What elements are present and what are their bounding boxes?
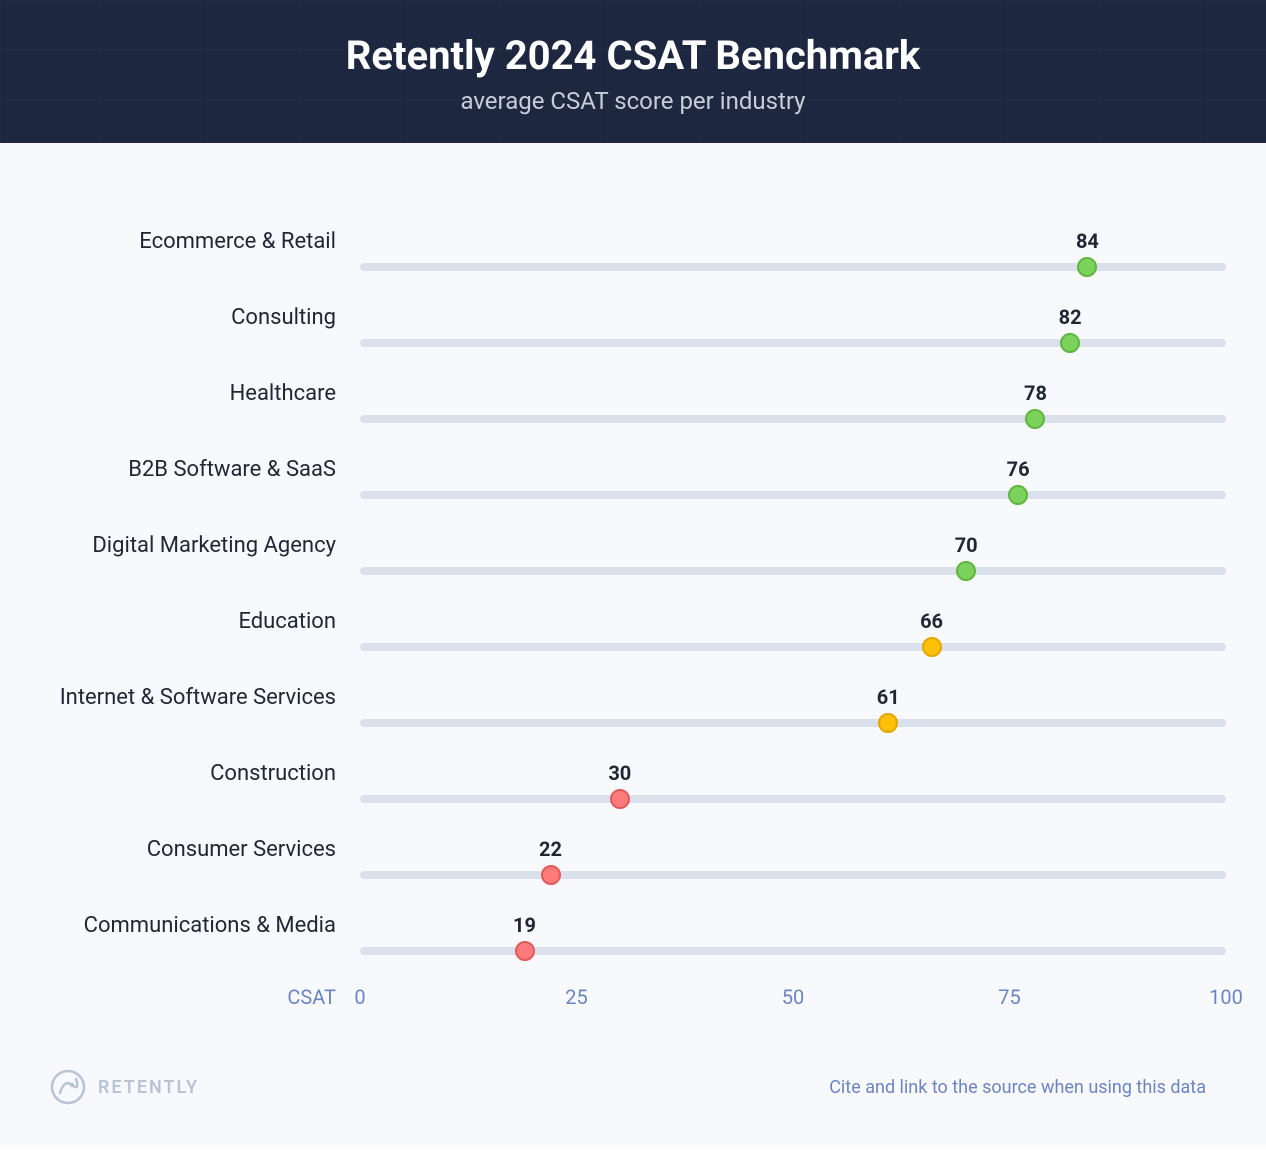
data-point bbox=[1008, 485, 1028, 505]
category-label: Consumer Services bbox=[40, 837, 360, 862]
row-track: 61 bbox=[360, 659, 1226, 735]
data-point bbox=[515, 941, 535, 961]
citation-note: Cite and link to the source when using t… bbox=[829, 1077, 1206, 1098]
chart-row: Education 66 bbox=[40, 583, 1226, 659]
chart-row: Communications & Media 19 bbox=[40, 887, 1226, 963]
category-label: Healthcare bbox=[40, 381, 360, 406]
data-point bbox=[1077, 257, 1097, 277]
data-value: 22 bbox=[539, 837, 562, 861]
data-value: 30 bbox=[608, 761, 631, 785]
data-value: 66 bbox=[920, 609, 943, 633]
data-value: 70 bbox=[955, 533, 978, 557]
row-track: 22 bbox=[360, 811, 1226, 887]
chart-header: Retently 2024 CSAT Benchmark average CSA… bbox=[0, 0, 1266, 143]
data-value: 76 bbox=[1007, 457, 1030, 481]
category-label: B2B Software & SaaS bbox=[40, 457, 360, 482]
x-axis-tick: 75 bbox=[998, 985, 1020, 1009]
x-axis-tick: 25 bbox=[565, 985, 587, 1009]
category-label: Communications & Media bbox=[40, 913, 360, 938]
data-point bbox=[878, 713, 898, 733]
x-axis-tick: 100 bbox=[1209, 985, 1243, 1009]
chart-footer: RETENTLY Cite and link to the source whe… bbox=[0, 1029, 1266, 1145]
category-label: Internet & Software Services bbox=[40, 685, 360, 710]
row-track: 66 bbox=[360, 583, 1226, 659]
x-axis-tick: 0 bbox=[354, 985, 365, 1009]
chart-row: Consulting 82 bbox=[40, 279, 1226, 355]
category-label: Digital Marketing Agency bbox=[40, 533, 360, 558]
chart-row: Ecommerce & Retail 84 bbox=[40, 203, 1226, 279]
data-point bbox=[1060, 333, 1080, 353]
chart-row: Healthcare 78 bbox=[40, 355, 1226, 431]
chart-row: B2B Software & SaaS 76 bbox=[40, 431, 1226, 507]
data-point bbox=[1025, 409, 1045, 429]
category-label: Construction bbox=[40, 761, 360, 786]
category-label: Ecommerce & Retail bbox=[40, 229, 360, 254]
chart-rows: Ecommerce & Retail 84 Consulting 82 Healthca… bbox=[40, 203, 1226, 963]
row-track: 70 bbox=[360, 507, 1226, 583]
chart-row: Consumer Services 22 bbox=[40, 811, 1226, 887]
retently-logo-icon bbox=[50, 1069, 86, 1105]
brand: RETENTLY bbox=[50, 1069, 199, 1105]
data-point bbox=[610, 789, 630, 809]
data-value: 84 bbox=[1076, 229, 1099, 253]
data-value: 78 bbox=[1024, 381, 1047, 405]
x-axis: CSAT 0255075100 bbox=[40, 985, 1226, 1009]
chart-subtitle: average CSAT score per industry bbox=[0, 87, 1266, 115]
row-track: 30 bbox=[360, 735, 1226, 811]
row-track: 76 bbox=[360, 431, 1226, 507]
data-point bbox=[956, 561, 976, 581]
brand-name: RETENTLY bbox=[98, 1077, 199, 1098]
data-value: 19 bbox=[513, 913, 536, 937]
row-track: 82 bbox=[360, 279, 1226, 355]
data-point bbox=[922, 637, 942, 657]
chart-row: Construction 30 bbox=[40, 735, 1226, 811]
x-axis-tick: 50 bbox=[782, 985, 804, 1009]
data-value: 61 bbox=[877, 685, 900, 709]
chart-area: Ecommerce & Retail 84 Consulting 82 Healthca… bbox=[0, 143, 1266, 1029]
chart-title: Retently 2024 CSAT Benchmark bbox=[0, 32, 1266, 79]
row-track: 84 bbox=[360, 203, 1226, 279]
x-axis-ticks: 0255075100 bbox=[360, 985, 1226, 1009]
data-point bbox=[541, 865, 561, 885]
row-track: 19 bbox=[360, 887, 1226, 963]
row-track: 78 bbox=[360, 355, 1226, 431]
data-value: 82 bbox=[1059, 305, 1082, 329]
chart-row: Internet & Software Services 61 bbox=[40, 659, 1226, 735]
category-label: Consulting bbox=[40, 305, 360, 330]
category-label: Education bbox=[40, 609, 360, 634]
chart-row: Digital Marketing Agency 70 bbox=[40, 507, 1226, 583]
x-axis-label: CSAT bbox=[287, 985, 336, 1009]
